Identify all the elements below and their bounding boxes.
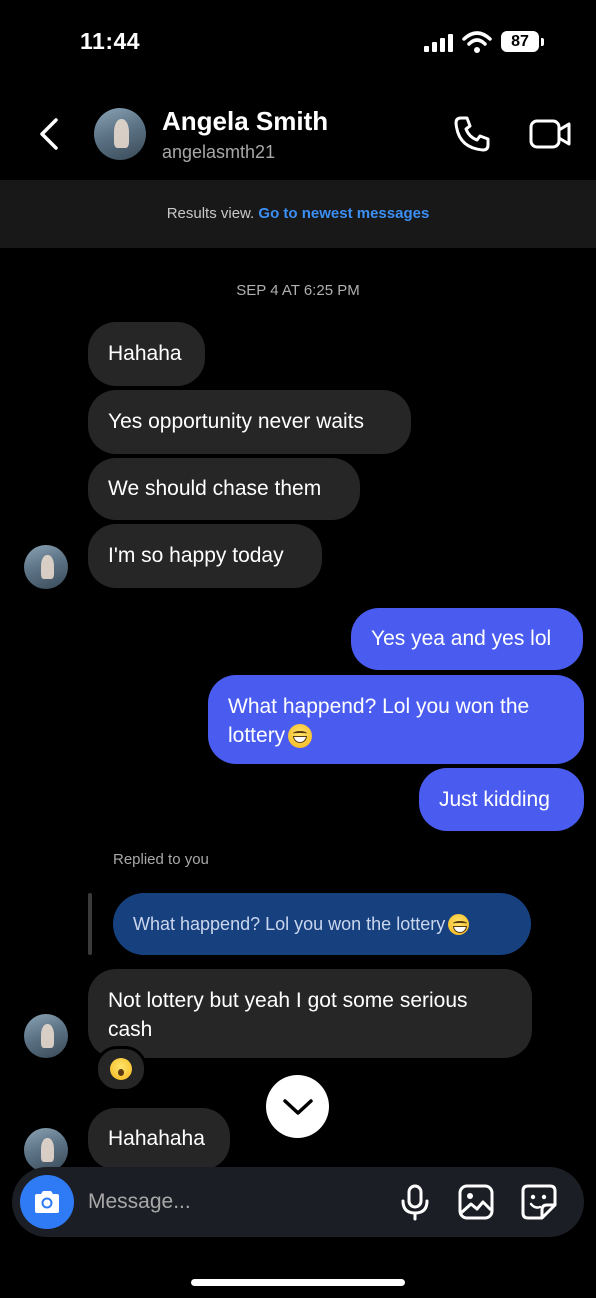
- quoted-text: What happend? Lol you won the lottery: [133, 913, 446, 934]
- contact-avatar[interactable]: [94, 108, 146, 160]
- battery-indicator: 87: [501, 31, 539, 52]
- incoming-message[interactable]: Hahaha: [88, 322, 205, 386]
- microphone-icon[interactable]: [396, 1183, 434, 1221]
- quoted-message[interactable]: What happend? Lol you won the lottery: [113, 893, 531, 955]
- phone-call-icon[interactable]: [452, 114, 492, 154]
- back-arrow-icon[interactable]: [36, 116, 62, 152]
- incoming-message[interactable]: Hahahaha: [88, 1108, 230, 1170]
- message-line: cash: [108, 1017, 153, 1041]
- sticker-icon[interactable]: [520, 1183, 558, 1221]
- message-timestamp: SEP 4 AT 6:25 PM: [236, 282, 360, 299]
- message-text: Just kidding: [439, 787, 550, 811]
- camera-button[interactable]: [20, 1175, 74, 1229]
- gallery-icon[interactable]: [457, 1183, 495, 1221]
- contact-name[interactable]: Angela Smith: [162, 106, 328, 137]
- message-text: Hahaha: [108, 342, 182, 365]
- message-line: What happend? Lol you won the: [228, 694, 530, 718]
- replied-to-you-label: Replied to you: [113, 851, 209, 868]
- surprised-face-icon: [110, 1058, 132, 1080]
- cellular-signal-icon: [424, 34, 454, 52]
- battery-cap: [541, 38, 544, 46]
- results-view-banner: Results view. Go to newest messages: [0, 180, 596, 248]
- message-text: What happend? Lol you won the lottery: [228, 692, 529, 750]
- incoming-message[interactable]: We should chase them: [88, 458, 360, 520]
- contact-handle[interactable]: angelasmth21: [162, 142, 275, 163]
- camera-icon: [35, 1191, 59, 1213]
- scroll-to-bottom-button[interactable]: [266, 1075, 329, 1138]
- message-text: Hahahaha: [108, 1127, 205, 1150]
- incoming-message[interactable]: I'm so happy today: [88, 524, 322, 588]
- message-text: Not lottery but yeah I got some serious …: [108, 986, 468, 1044]
- status-time: 11:44: [80, 28, 141, 54]
- incoming-message[interactable]: Not lottery but yeah I got some serious …: [88, 969, 532, 1058]
- chevron-down-icon: [282, 1098, 313, 1115]
- reply-indicator-bar: [88, 893, 92, 955]
- grinning-emoji-icon: [448, 913, 470, 935]
- home-indicator[interactable]: [191, 1279, 405, 1286]
- banner-text: Results view.: [166, 205, 255, 222]
- message-input[interactable]: Message...: [88, 1190, 191, 1214]
- outgoing-message[interactable]: What happend? Lol you won the lottery: [208, 675, 584, 764]
- sender-avatar[interactable]: [24, 1128, 68, 1172]
- video-call-icon[interactable]: [528, 114, 572, 154]
- incoming-message[interactable]: Yes opportunity never waits: [88, 390, 411, 454]
- go-to-newest-link[interactable]: Go to newest messages: [258, 205, 429, 222]
- message-text: Yes yea and yes lol: [371, 627, 552, 650]
- sender-avatar[interactable]: [24, 1014, 68, 1058]
- reaction-badge[interactable]: [95, 1046, 147, 1092]
- sender-avatar[interactable]: [24, 545, 68, 589]
- grinning-emoji-icon: [288, 723, 313, 748]
- message-text: We should chase them: [108, 477, 322, 500]
- wifi-icon: [462, 31, 492, 53]
- outgoing-message[interactable]: Yes yea and yes lol: [351, 608, 583, 670]
- message-line: Not lottery but yeah I got some serious: [108, 988, 468, 1012]
- message-line: lottery: [228, 723, 286, 747]
- message-text: Yes opportunity never waits: [108, 410, 365, 433]
- outgoing-message[interactable]: Just kidding: [419, 768, 584, 831]
- message-text: I'm so happy today: [108, 544, 284, 567]
